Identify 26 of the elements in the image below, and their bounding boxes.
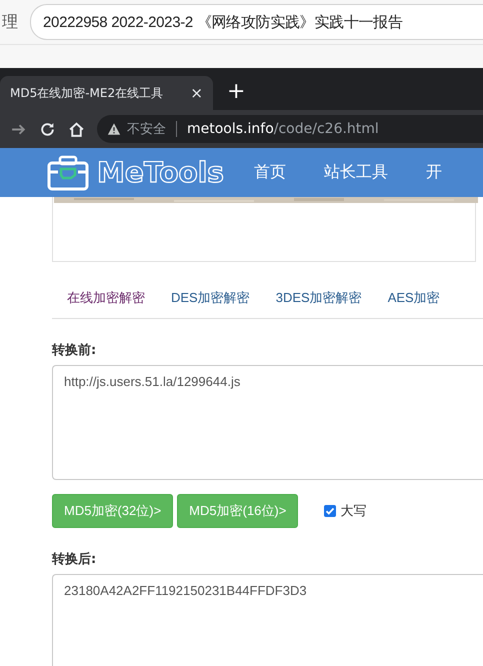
security-label: 不安全: [127, 121, 166, 138]
site-logo[interactable]: MeTools: [97, 156, 224, 189]
field-label: 转换后:: [52, 550, 98, 568]
menu-label: 理: [1, 12, 19, 32]
browser-tab[interactable]: MD5在线加密-ME2在线工具 ×: [0, 76, 213, 110]
close-icon[interactable]: ×: [190, 84, 203, 102]
nav-link[interactable]: 首页: [254, 162, 286, 183]
home-icon[interactable]: [68, 120, 85, 138]
address-bar[interactable]: 不安全 metools.info/code/c26.html: [97, 115, 483, 143]
tool-tab[interactable]: DES加密解密: [171, 288, 250, 318]
reload-icon[interactable]: [39, 120, 56, 138]
tool-tab[interactable]: 3DES加密解密: [276, 288, 362, 318]
document-title-field[interactable]: 20222958 2022-2023-2 《网络攻防实践》实践十一报告: [30, 4, 483, 40]
output-textarea[interactable]: 23180A42A2FF1192150231B44FFDF3D3: [52, 574, 483, 666]
input-textarea[interactable]: http://js.users.51.la/1299644.js: [52, 365, 483, 480]
tool-tab[interactable]: 在线加密解密: [67, 288, 145, 318]
new-tab-button[interactable]: +: [227, 76, 246, 110]
nav-link[interactable]: 站长工具: [324, 162, 388, 183]
toolbox-icon: [47, 154, 89, 190]
uppercase-checkbox[interactable]: [324, 505, 336, 517]
tool-tab[interactable]: AES加密: [388, 288, 440, 318]
warning-icon: [107, 122, 121, 136]
checkbox-label: 大写: [340, 503, 366, 520]
nav-link[interactable]: 开: [426, 162, 442, 183]
field-label: 转换前:: [52, 342, 98, 359]
url-text: metools.info/code/c26.html: [187, 121, 379, 137]
